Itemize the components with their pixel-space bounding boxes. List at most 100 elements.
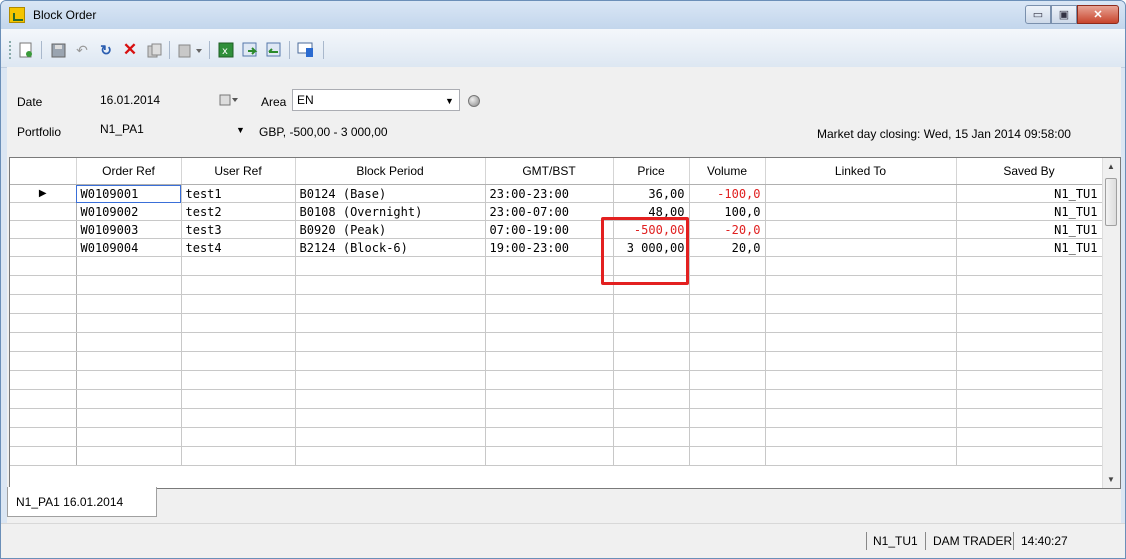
scroll-up-icon[interactable]: ▲ — [1107, 162, 1115, 171]
cell-volume[interactable]: 100,0 — [689, 202, 766, 221]
empty-cell[interactable] — [485, 389, 614, 409]
empty-row[interactable] — [10, 389, 1103, 409]
empty-cell[interactable] — [765, 446, 957, 466]
cell-volume[interactable]: -20,0 — [689, 220, 766, 239]
empty-cell[interactable] — [295, 389, 486, 409]
tab-portfolio[interactable]: N1_PA1 16.01.2014 — [7, 487, 157, 517]
column-header-gmt-bst[interactable]: GMT/BST — [485, 158, 614, 185]
copy-icon[interactable] — [145, 41, 163, 59]
undo-icon[interactable]: ↶ — [73, 41, 91, 59]
empty-cell[interactable] — [689, 408, 766, 428]
empty-cell[interactable] — [765, 389, 957, 409]
cell-saved-by[interactable]: N1_TU1 — [956, 220, 1103, 239]
empty-cell[interactable] — [485, 313, 614, 333]
empty-row[interactable] — [10, 256, 1103, 276]
table-row[interactable]: W0109002 test2 B0108 (Overnight) 23:00-07:0… — [10, 202, 1103, 221]
portfolio-select[interactable]: N1_PA1 ▼ — [96, 119, 250, 141]
empty-cell[interactable] — [765, 294, 957, 314]
empty-cell[interactable] — [485, 446, 614, 466]
row-header[interactable] — [10, 446, 77, 466]
row-header[interactable] — [10, 256, 77, 276]
empty-cell[interactable] — [295, 332, 486, 352]
empty-cell[interactable] — [485, 275, 614, 295]
column-header-order-ref[interactable]: Order Ref — [76, 158, 182, 185]
empty-cell[interactable] — [485, 408, 614, 428]
cell-price[interactable]: 36,00 — [613, 184, 690, 203]
empty-cell[interactable] — [485, 370, 614, 390]
empty-cell[interactable] — [689, 351, 766, 371]
cell-block-period[interactable]: B2124 (Block-6) — [295, 238, 486, 257]
cell-saved-by[interactable]: N1_TU1 — [956, 184, 1103, 203]
cell-user-ref[interactable]: test3 — [181, 220, 296, 239]
column-header-volume[interactable]: Volume — [689, 158, 766, 185]
orders-grid[interactable]: Order Ref User Ref Block Period GMT/BST Pric… — [9, 157, 1121, 489]
empty-cell[interactable] — [765, 351, 957, 371]
empty-cell[interactable] — [613, 408, 690, 428]
cell-block-period[interactable]: B0108 (Overnight) — [295, 202, 486, 221]
empty-cell[interactable] — [689, 332, 766, 352]
vertical-scrollbar[interactable]: ▲ ▼ — [1102, 158, 1120, 488]
empty-cell[interactable] — [485, 351, 614, 371]
empty-cell[interactable] — [689, 313, 766, 333]
empty-cell[interactable] — [956, 351, 1103, 371]
empty-cell[interactable] — [295, 313, 486, 333]
cell-block-period[interactable]: B0124 (Base) — [295, 184, 486, 203]
empty-cell[interactable] — [956, 313, 1103, 333]
empty-cell[interactable] — [956, 370, 1103, 390]
cell-user-ref[interactable]: test1 — [181, 184, 296, 203]
empty-cell[interactable] — [76, 256, 182, 276]
empty-cell[interactable] — [181, 256, 296, 276]
cell-volume[interactable]: -100,0 — [689, 184, 766, 203]
area-select[interactable]: EN ▼ — [292, 89, 460, 111]
empty-cell[interactable] — [295, 275, 486, 295]
empty-cell[interactable] — [76, 427, 182, 447]
scroll-down-icon[interactable]: ▼ — [1107, 475, 1115, 484]
empty-cell[interactable] — [181, 332, 296, 352]
empty-cell[interactable] — [181, 408, 296, 428]
empty-cell[interactable] — [613, 313, 690, 333]
empty-cell[interactable] — [956, 275, 1103, 295]
empty-cell[interactable] — [76, 351, 182, 371]
empty-cell[interactable] — [765, 427, 957, 447]
empty-cell[interactable] — [765, 370, 957, 390]
refresh-icon[interactable]: ↻ — [97, 41, 115, 59]
column-header-saved-by[interactable]: Saved By — [956, 158, 1103, 185]
empty-cell[interactable] — [295, 294, 486, 314]
empty-cell[interactable] — [295, 446, 486, 466]
row-header[interactable] — [10, 294, 77, 314]
empty-cell[interactable] — [295, 427, 486, 447]
empty-cell[interactable] — [295, 351, 486, 371]
empty-cell[interactable] — [295, 408, 486, 428]
empty-cell[interactable] — [689, 275, 766, 295]
import-icon[interactable] — [241, 41, 259, 59]
cell-order-ref[interactable]: W0109002 — [76, 202, 182, 221]
row-header[interactable] — [10, 427, 77, 447]
empty-row[interactable] — [10, 294, 1103, 314]
cell-order-ref[interactable]: W0109001 — [76, 184, 182, 203]
empty-cell[interactable] — [956, 389, 1103, 409]
empty-cell[interactable] — [613, 351, 690, 371]
empty-cell[interactable] — [689, 427, 766, 447]
export-excel-icon[interactable]: x — [217, 41, 235, 59]
cell-block-period[interactable]: B0920 (Peak) — [295, 220, 486, 239]
maximize-button[interactable]: ▣ — [1051, 5, 1077, 24]
empty-cell[interactable] — [613, 389, 690, 409]
cell-gmt-bst[interactable]: 23:00-23:00 — [485, 184, 614, 203]
row-header[interactable] — [10, 332, 77, 352]
cell-linked-to[interactable] — [765, 202, 957, 221]
empty-cell[interactable] — [956, 427, 1103, 447]
table-row[interactable]: ▶ W0109001 test1 B0124 (Base) 23:00-23:00 36,… — [10, 184, 1103, 203]
save-icon[interactable] — [49, 41, 67, 59]
cell-volume[interactable]: 20,0 — [689, 238, 766, 257]
empty-cell[interactable] — [689, 370, 766, 390]
empty-cell[interactable] — [956, 256, 1103, 276]
empty-cell[interactable] — [613, 370, 690, 390]
empty-row[interactable] — [10, 332, 1103, 352]
empty-cell[interactable] — [613, 427, 690, 447]
empty-cell[interactable] — [765, 275, 957, 295]
empty-cell[interactable] — [76, 446, 182, 466]
cell-order-ref[interactable]: W0109003 — [76, 220, 182, 239]
empty-cell[interactable] — [295, 256, 486, 276]
empty-cell[interactable] — [956, 332, 1103, 352]
empty-cell[interactable] — [765, 332, 957, 352]
